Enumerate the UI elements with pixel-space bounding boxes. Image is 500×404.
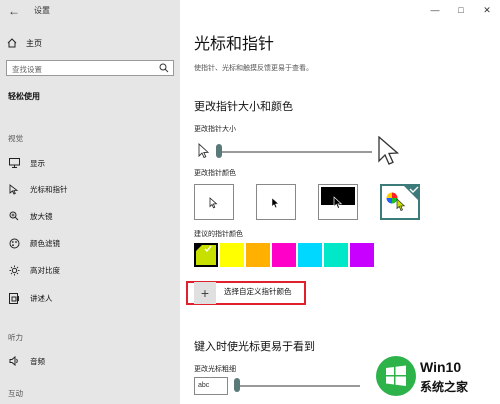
- sidebar-item-label: 高对比度: [30, 265, 60, 275]
- sidebar-item-label: 显示: [30, 158, 45, 168]
- pointer-color-custom[interactable]: [380, 184, 420, 220]
- section-heading: 轻松使用: [8, 92, 40, 101]
- pointer-color-white[interactable]: [194, 184, 234, 220]
- color-swatch[interactable]: [194, 243, 218, 267]
- sidebar-item-audio[interactable]: 音频: [0, 351, 180, 371]
- large-cursor-icon: [378, 136, 400, 165]
- small-cursor-icon: [198, 143, 210, 159]
- sidebar-item-label: 放大镜: [30, 211, 53, 221]
- magnifier-icon: [8, 210, 20, 222]
- search-placeholder: 查找设置: [12, 65, 42, 74]
- sidebar-item-high-contrast[interactable]: 高对比度: [0, 260, 180, 280]
- watermark-line2: 系统之家: [420, 380, 469, 394]
- sidebar-item-cursor[interactable]: 光标和指针: [0, 179, 180, 199]
- window-controls: — □ ✕: [422, 0, 500, 20]
- cursor-sample-text: abc: [198, 382, 210, 389]
- cursor-sample: abc: [194, 377, 228, 395]
- color-swatch[interactable]: [272, 243, 296, 267]
- pointer-size-label: 更改指针大小: [194, 126, 236, 133]
- nav-home[interactable]: 主页: [6, 36, 176, 50]
- speaker-icon: [8, 355, 20, 367]
- pointer-color-black[interactable]: [256, 184, 296, 220]
- title-bar: ← 设置: [0, 0, 180, 22]
- nav-home-label: 主页: [26, 38, 42, 48]
- sidebar-item-magnifier[interactable]: 放大镜: [0, 206, 180, 226]
- group-label-vision: 视觉: [8, 134, 23, 143]
- narrator-icon: [8, 292, 20, 304]
- home-icon: [6, 37, 18, 49]
- cursor-thickness-slider-thumb[interactable]: [234, 378, 240, 392]
- maximize-icon[interactable]: □: [448, 0, 474, 20]
- color-filter-icon: [8, 237, 20, 249]
- suggested-colors-label: 建议的指针颜色: [194, 231, 243, 238]
- back-arrow-icon[interactable]: ←: [8, 4, 22, 18]
- monitor-icon: [8, 157, 20, 169]
- swatch-selected-check-icon: [194, 243, 212, 253]
- color-swatch[interactable]: [246, 243, 270, 267]
- color-swatch[interactable]: [350, 243, 374, 267]
- color-swatch[interactable]: [324, 243, 348, 267]
- sidebar-item-color-filter[interactable]: 颜色滤镜: [0, 233, 180, 253]
- sidebar-item-display[interactable]: 显示: [0, 153, 180, 173]
- group-label-interaction: 互动: [8, 389, 23, 398]
- page-title: 光标和指针: [194, 36, 275, 53]
- cursor-thickness-slider[interactable]: [234, 385, 360, 387]
- sidebar-item-label: 音频: [30, 356, 45, 366]
- app-title: 设置: [34, 6, 50, 15]
- watermark-line1: Win10: [420, 359, 462, 375]
- pointer-color-label: 更改指针颜色: [194, 170, 236, 177]
- main-panel: — □ ✕ 光标和指针 使指针、光标和触摸反馈更易于查看。 更改指针大小和颜色 …: [180, 0, 500, 404]
- brightness-icon: [8, 264, 20, 276]
- pointer-size-slider[interactable]: [216, 151, 372, 153]
- sidebar-item-narrator[interactable]: 讲述人: [0, 288, 180, 308]
- sidebar-item-label: 颜色滤镜: [30, 238, 60, 248]
- cursor-thickness-label: 更改光标粗细: [194, 366, 236, 373]
- cursor-heading: 键入时使光标更易于看到: [194, 341, 315, 353]
- cursor-icon: [8, 183, 20, 195]
- selected-check-icon: [402, 184, 420, 202]
- page-description: 使指针、光标和触摸反馈更易于查看。: [194, 65, 313, 72]
- close-icon[interactable]: ✕: [474, 0, 500, 20]
- pointer-color-inverted[interactable]: [318, 184, 358, 220]
- group-label-hearing: 听力: [8, 333, 23, 342]
- custom-color-label[interactable]: 选择自定义指针颜色: [224, 286, 292, 297]
- color-swatch[interactable]: [298, 243, 322, 267]
- pointer-size-slider-thumb[interactable]: [216, 144, 222, 158]
- sidebar: ← 设置 主页 查找设置 轻松使用 视觉 显示 光标和指针 放大镜 颜色滤镜 高…: [0, 0, 180, 404]
- search-input[interactable]: 查找设置: [6, 60, 174, 76]
- pointer-size-heading: 更改指针大小和颜色: [194, 101, 293, 113]
- sidebar-item-label: 光标和指针: [30, 184, 68, 194]
- inverted-cursor-icon: [333, 196, 343, 209]
- white-cursor-icon: [209, 197, 218, 209]
- add-custom-color-button[interactable]: +: [194, 282, 216, 304]
- color-swatch[interactable]: [220, 243, 244, 267]
- black-cursor-icon: [271, 197, 280, 209]
- sidebar-item-label: 讲述人: [30, 293, 53, 303]
- search-icon: [159, 63, 169, 73]
- minimize-icon[interactable]: —: [422, 0, 448, 20]
